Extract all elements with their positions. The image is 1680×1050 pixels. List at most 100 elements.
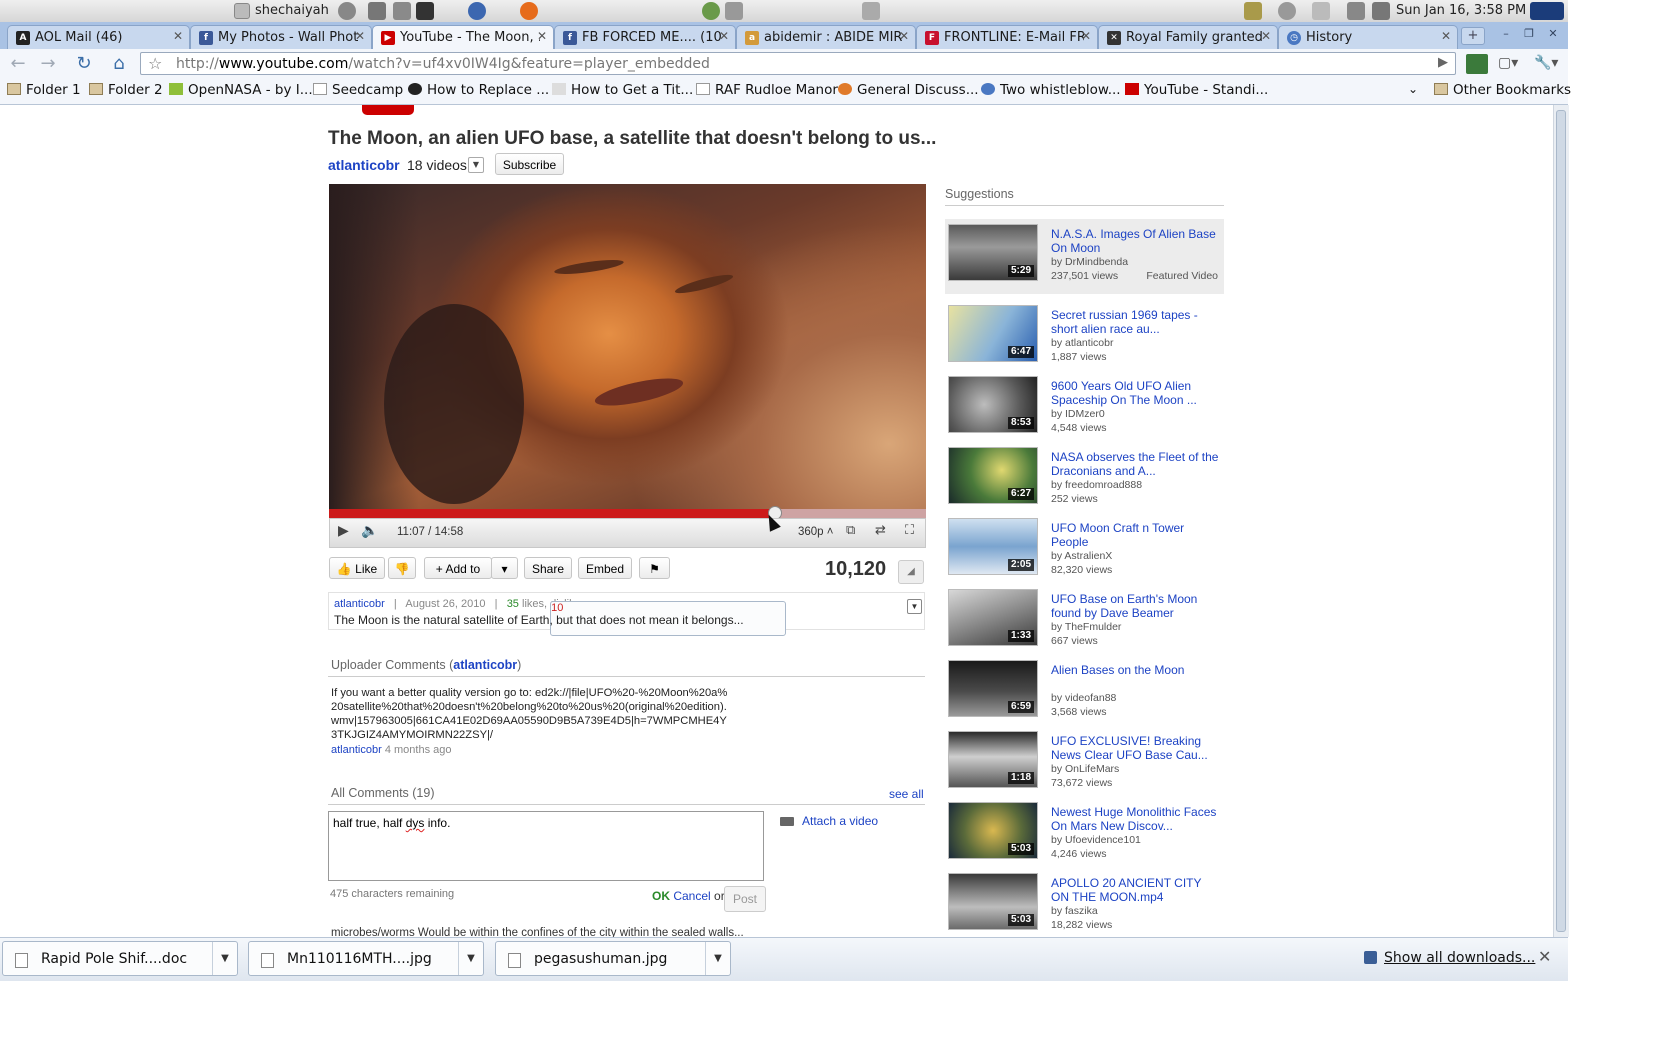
update-notifier-icon[interactable]	[1244, 2, 1262, 20]
chromium-launcher-icon[interactable]	[468, 2, 486, 20]
suggestion-title[interactable]: Secret russian 1969 tapes - short alien …	[1051, 308, 1221, 336]
play-icon[interactable]: ▶	[338, 523, 349, 539]
close-window-icon[interactable]: ✕	[1544, 27, 1562, 41]
volume-icon[interactable]	[1278, 2, 1296, 20]
bookmark-youtube-standi[interactable]: YouTube - Standi...	[1125, 82, 1268, 98]
suggestion-title[interactable]: Newest Huge Monolithic Faces On Mars New…	[1051, 805, 1221, 833]
tab-close-icon[interactable]: ✕	[899, 29, 909, 43]
extension-icon[interactable]	[1466, 54, 1488, 74]
tab-close-icon[interactable]: ✕	[173, 29, 183, 43]
dislike-button[interactable]: 👎	[388, 557, 416, 579]
video-frame[interactable]	[329, 184, 926, 509]
suggestion-thumbnail[interactable]: 8:53	[948, 376, 1038, 433]
suggestion-thumbnail[interactable]: 6:27	[948, 447, 1038, 504]
tab-close-icon[interactable]: ✕	[719, 29, 729, 43]
tab-close-icon[interactable]: ✕	[1441, 29, 1451, 43]
network-icon[interactable]	[1372, 2, 1390, 20]
tab-youtube-moon[interactable]: ▶ YouTube - The Moon, ... ✕	[372, 25, 554, 49]
bookmark-folder-2[interactable]: Folder 2	[89, 82, 163, 98]
bookmarks-overflow-chevron-icon[interactable]: ⌄	[1408, 82, 1418, 96]
system-username[interactable]: shechaiyah	[255, 3, 329, 18]
uploader-link[interactable]: atlanticobr	[334, 598, 385, 610]
minimize-icon[interactable]: –	[1497, 27, 1515, 41]
system-monitor-icon[interactable]	[1530, 2, 1564, 20]
add-to-dropdown[interactable]: ▾	[491, 557, 518, 579]
chevron-down-icon[interactable]: ▼	[212, 942, 237, 975]
other-bookmarks[interactable]: Other Bookmarks	[1434, 82, 1571, 98]
bookmark-seedcamp[interactable]: Seedcamp	[313, 82, 403, 98]
bookmark-opennasa[interactable]: OpenNASA - by I...	[169, 82, 313, 98]
scrollbar-thumb[interactable]	[1556, 110, 1566, 932]
download-item[interactable]: Mn110116MTH....jpg ▼	[248, 941, 484, 976]
tab-abidemir[interactable]: a abidemir : ABIDE MIR... ✕	[736, 25, 916, 49]
checkbox-icon[interactable]	[234, 3, 250, 19]
tab-my-photos[interactable]: f My Photos - Wall Phot... ✕	[190, 25, 372, 49]
suggestion-thumbnail[interactable]: 5:29	[948, 224, 1038, 281]
go-arrow-icon[interactable]: ▶	[1438, 55, 1448, 70]
tab-frontline[interactable]: F FRONTLINE: E-Mail FR... ✕	[916, 25, 1098, 49]
page-scrollbar[interactable]	[1553, 105, 1569, 937]
suggestion-item[interactable]: 6:27 NASA observes the Fleet of the Drac…	[945, 442, 1224, 512]
suggestion-title[interactable]: UFO Moon Craft n Tower People	[1051, 521, 1221, 549]
attach-video-link[interactable]: Attach a video	[780, 814, 878, 828]
tab-royal-family[interactable]: ✕ Royal Family granted ... ✕	[1098, 25, 1278, 49]
new-tab-button[interactable]: +	[1461, 27, 1485, 45]
uploader-comments-user[interactable]: atlanticobr	[453, 658, 517, 672]
expand-player-icon[interactable]: ⇄	[875, 523, 886, 538]
quality-selector[interactable]: 360p ˄	[798, 526, 834, 538]
tab-close-icon[interactable]: ✕	[1081, 29, 1091, 43]
home-icon[interactable]: ⌂	[107, 52, 131, 76]
reload-icon[interactable]: ↻	[72, 52, 96, 76]
bookmark-how-to-replace[interactable]: How to Replace ...	[408, 82, 549, 98]
mail-icon[interactable]	[1312, 2, 1330, 20]
bookmark-two-whistleblow[interactable]: Two whistleblow...	[981, 82, 1121, 98]
page-menu-icon[interactable]: ▢▾	[1498, 55, 1518, 71]
flag-button[interactable]: ⚑	[639, 557, 670, 579]
tab-close-icon[interactable]: ✕	[355, 29, 365, 43]
power-icon[interactable]	[338, 2, 356, 20]
suggestion-title[interactable]: UFO Base on Earth's Moon found by Dave B…	[1051, 592, 1221, 620]
preferences-icon[interactable]	[393, 2, 411, 20]
suggestion-title[interactable]: Alien Bases on the Moon	[1051, 663, 1221, 677]
folder-icon[interactable]	[862, 2, 880, 20]
download-item[interactable]: Rapid Pole Shif....doc ▼	[2, 941, 238, 976]
uploader-comment-author[interactable]: atlanticobr	[331, 744, 382, 756]
suggestion-item[interactable]: 5:29 N.A.S.A. Images Of Alien Base On Mo…	[945, 219, 1224, 294]
bookmark-how-to-get[interactable]: How to Get a Tit...	[552, 82, 693, 98]
share-button[interactable]: Share	[524, 557, 572, 579]
embed-button[interactable]: Embed	[578, 557, 632, 579]
bookmark-star-icon[interactable]: ☆	[148, 54, 162, 73]
comment-textarea[interactable]: half true, half dys info.	[328, 811, 764, 881]
suggestion-item[interactable]: 6:47 Secret russian 1969 tapes - short a…	[945, 300, 1224, 370]
see-all-comments-link[interactable]: see all	[889, 787, 924, 801]
suggestion-thumbnail[interactable]: 1:18	[948, 731, 1038, 788]
post-button[interactable]: Post	[724, 886, 766, 912]
restore-icon[interactable]: ❐	[1520, 27, 1538, 41]
globe-icon[interactable]	[702, 2, 720, 20]
suggestion-title[interactable]: APOLLO 20 ANCIENT CITY ON THE MOON.mp4	[1051, 876, 1221, 904]
volume-speaker-icon[interactable]: 🔈	[361, 523, 378, 539]
printer-icon[interactable]	[1347, 2, 1365, 20]
tab-aol-mail[interactable]: A AOL Mail (46) ✕	[7, 25, 190, 49]
channel-link[interactable]: atlanticobr	[328, 157, 400, 173]
subscribe-button[interactable]: Subscribe	[495, 153, 564, 175]
settings-gears-icon[interactable]	[368, 2, 386, 20]
youtube-logo[interactable]	[328, 105, 416, 117]
suggestion-title[interactable]: N.A.S.A. Images Of Alien Base On Moon	[1051, 227, 1221, 255]
chevron-down-icon[interactable]: ▼	[468, 157, 484, 173]
suggestion-title[interactable]: NASA observes the Fleet of the Draconian…	[1051, 450, 1221, 478]
close-downloads-icon[interactable]: ✕	[1538, 947, 1551, 966]
suggestion-item[interactable]: 6:59 Alien Bases on the Moon by videofan…	[945, 655, 1224, 725]
chevron-down-icon[interactable]: ▼	[458, 942, 483, 975]
cancel-link[interactable]: Cancel	[673, 889, 710, 903]
back-arrow-icon[interactable]: ←	[6, 52, 30, 76]
suggestion-item[interactable]: 1:18 UFO EXCLUSIVE! Breaking News Clear …	[945, 726, 1224, 796]
firefox-launcher-icon[interactable]	[520, 2, 538, 20]
popout-icon[interactable]: ⧉	[846, 523, 855, 538]
suggestion-thumbnail[interactable]: 6:47	[948, 305, 1038, 362]
suggestion-thumbnail[interactable]: 5:03	[948, 802, 1038, 859]
download-item[interactable]: pegasushuman.jpg ▼	[495, 941, 731, 976]
suggestion-title[interactable]: UFO EXCLUSIVE! Breaking News Clear UFO B…	[1051, 734, 1221, 762]
forward-arrow-icon[interactable]: →	[36, 52, 60, 76]
suggestion-item[interactable]: 1:33 UFO Base on Earth's Moon found by D…	[945, 584, 1224, 654]
